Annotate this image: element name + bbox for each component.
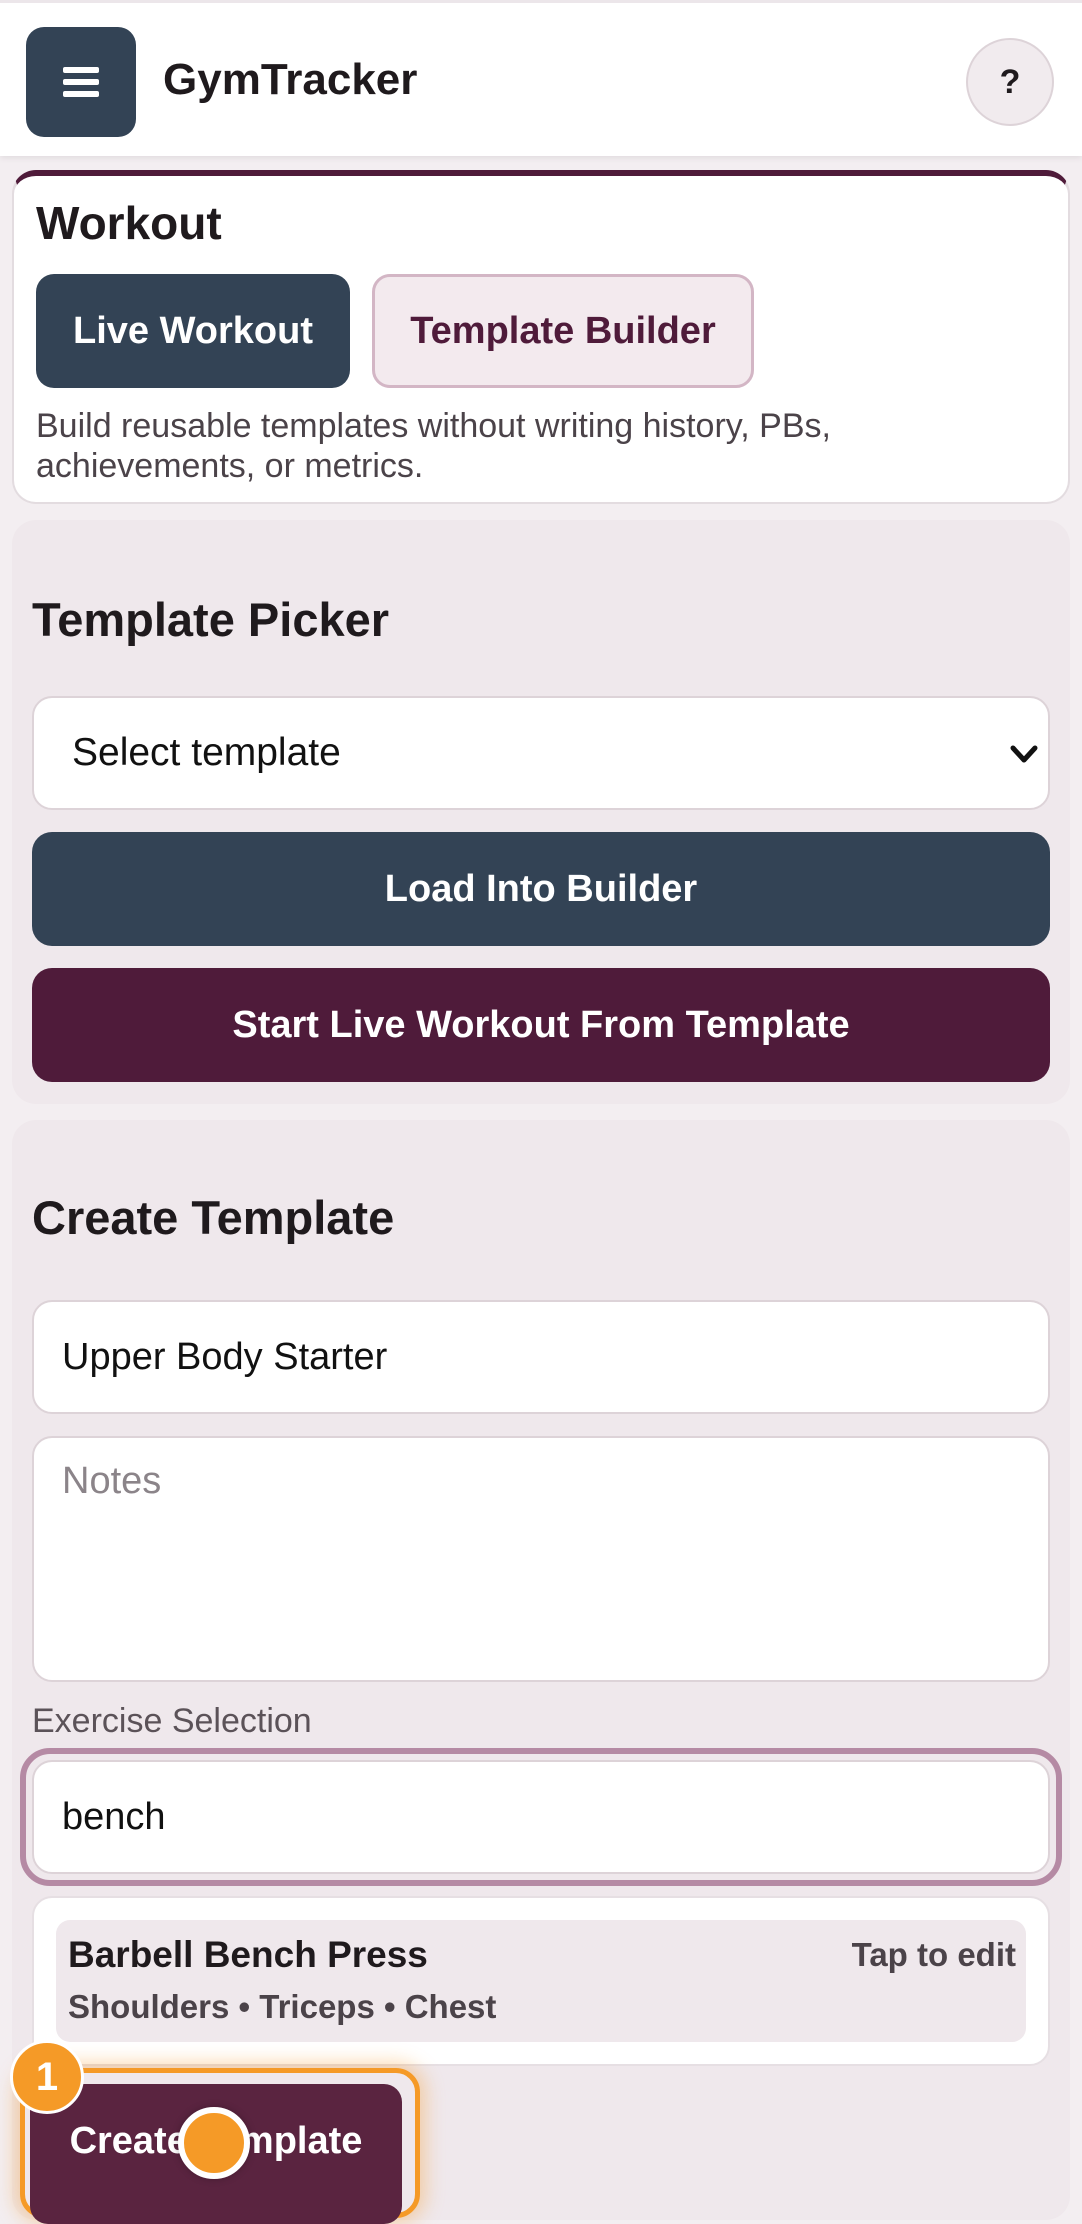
template-picker-card: Template Picker Select template Load Int… (12, 520, 1070, 1104)
template-select[interactable]: Select template (32, 696, 1050, 810)
template-name-input[interactable]: Upper Body Starter (32, 1300, 1050, 1414)
app-title: GymTracker (163, 55, 418, 104)
exercise-results-list: Barbell Bench Press Tap to edit Shoulder… (32, 1896, 1050, 2066)
tap-indicator (178, 2107, 250, 2179)
exercise-search-input[interactable]: bench (32, 1760, 1050, 1874)
top-app-bar: GymTracker ? (0, 0, 1082, 156)
create-template-card: Create Template Upper Body Starter Notes… (12, 1120, 1070, 2220)
help-button[interactable]: ? (966, 38, 1054, 126)
template-builder-tab[interactable]: Template Builder (372, 274, 754, 388)
tap-to-edit-label[interactable]: Tap to edit (852, 1936, 1016, 1974)
create-template-title: Create Template (32, 1191, 395, 1244)
live-workout-tab[interactable]: Live Workout (36, 274, 350, 388)
exercise-result-item[interactable]: Barbell Bench Press Tap to edit Shoulder… (56, 1920, 1026, 2042)
start-live-workout-button[interactable]: Start Live Workout From Template (32, 968, 1050, 1082)
step-number-badge: 1 (10, 2040, 84, 2114)
exercise-muscles: Shoulders • Triceps • Chest (68, 1988, 497, 2025)
template-picker-title: Template Picker (32, 593, 390, 646)
workout-title: Workout (36, 197, 222, 249)
exercise-selection-label: Exercise Selection (32, 1702, 312, 1740)
template-select-value: Select template (72, 731, 341, 774)
load-into-builder-button[interactable]: Load Into Builder (32, 832, 1050, 946)
workout-mode-card: Workout Live Workout Template Builder Bu… (12, 170, 1070, 504)
hamburger-icon (63, 67, 99, 97)
chevron-down-icon (1010, 745, 1038, 763)
notes-textarea[interactable]: Notes (32, 1436, 1050, 1682)
exercise-name: Barbell Bench Press (68, 1934, 428, 1975)
menu-button[interactable] (26, 27, 136, 137)
mode-description: Build reusable templates without writing… (36, 407, 831, 485)
